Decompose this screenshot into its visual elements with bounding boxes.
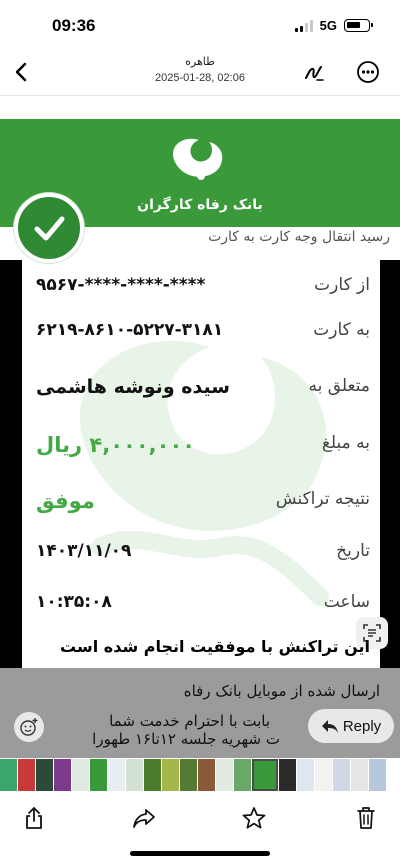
thumbnail[interactable] [351,759,368,791]
thumbnail[interactable] [180,759,197,791]
thumbnail[interactable] [369,759,386,791]
reply-label: Reply [342,717,382,735]
thumbnail[interactable] [333,759,350,791]
reply-button[interactable]: Reply [308,709,394,743]
back-button[interactable] [8,58,36,86]
bank-name: بانک رفاه کارگران [137,197,263,213]
bottom-toolbar [0,792,400,867]
status-indicators: 5G [294,18,373,33]
battery-icon [344,19,373,32]
result-label: نتیجه تراکنش [275,489,370,509]
markup-button[interactable] [300,58,328,86]
bank-refah-logo [173,138,223,180]
add-reaction-icon [20,718,38,736]
caption-line-1: ارسال شده از موبایل بانک رفاه [183,682,380,700]
time-label: ساعت [323,592,370,612]
caption-line-3: ت شهریه جلسه ۱۲تا۱۶ طهورا [92,730,280,748]
sender-name: طاهره [185,55,215,68]
selected-thumbnail[interactable] [252,759,278,791]
network-type: 5G [319,18,337,33]
thumbnail[interactable] [90,759,107,791]
thumbnail[interactable] [72,759,89,791]
row-amount: به مبلغ ۴,۰۰۰,۰۰۰ ریال [30,433,370,463]
thumbnail[interactable] [216,759,233,791]
home-indicator [130,851,270,856]
chat-media-header: طاهره 2025-01-28, 02:06 [0,52,400,96]
row-owner: متعلق به سیده ونوشه هاشمی [30,376,370,406]
trash-icon [357,807,375,829]
share-button[interactable] [16,800,52,836]
receipt-footer-message: این تراکنش با موفقیت انجام شده است [60,637,370,656]
thumbnail[interactable] [315,759,332,791]
sent-date: 2025-01-28, 02:06 [155,72,245,84]
more-button[interactable] [354,58,382,86]
success-badge [14,193,84,263]
forward-button[interactable] [126,800,162,836]
thumbnail[interactable] [54,759,71,791]
share-icon [26,807,42,829]
row-from-card: از کارت ****-****-****-۹۵۶۷ [30,275,370,305]
thumbnail[interactable] [279,759,296,791]
star-button[interactable] [236,800,272,836]
reply-arrow-icon [321,720,338,733]
amount-value: ۴,۰۰۰,۰۰۰ ریال [36,433,196,457]
thumbnail[interactable] [198,759,215,791]
from-card-label: از کارت [314,275,370,295]
forward-icon [133,809,155,828]
media-thumbnail-strip[interactable] [0,758,400,792]
thumbnail[interactable] [297,759,314,791]
thumbnail[interactable] [162,759,179,791]
thumbnail[interactable] [126,759,143,791]
time-value: ۱۰:۳۵:۰۸ [36,592,112,612]
row-time: ساعت ۱۰:۳۵:۰۸ [30,592,370,622]
thumbnail[interactable] [234,759,251,791]
back-chevron-icon [15,62,27,82]
star-icon [242,807,266,829]
thumbnail[interactable] [144,759,161,791]
add-reaction-button[interactable] [14,712,44,742]
row-result: نتیجه تراکنش موفق [30,489,370,519]
left-border [0,260,22,670]
header-title-block: طاهره 2025-01-28, 02:06 [100,55,300,84]
receipt-image[interactable]: بانک رفاه کارگران رسید انتقال وجه کارت ب… [0,97,400,670]
thumbnail[interactable] [18,759,35,791]
to-card-label: به کارت [313,320,370,340]
markup-pen-icon [305,66,324,81]
owner-label: متعلق به [308,376,371,396]
status-bar: 09:36 5G [0,0,400,52]
thumbnail[interactable] [36,759,53,791]
result-value: موفق [36,489,95,513]
date-label: تاریخ [336,541,370,561]
amount-label: به مبلغ [321,433,370,453]
thumbnail[interactable] [0,759,17,791]
status-time: 09:36 [52,16,96,35]
from-card-value: ****-****-****-۹۵۶۷ [36,275,206,295]
more-icon [357,61,379,83]
row-date: تاریخ ۱۴۰۳/۱۱/۰۹ [30,541,370,571]
signal-icon [294,19,313,32]
right-border [380,260,400,670]
to-card-value: ۶۲۱۹-۸۶۱۰-۵۲۲۷-۳۱۸۱ [36,320,224,340]
date-value: ۱۴۰۳/۱۱/۰۹ [36,541,132,561]
thumbnail[interactable] [108,759,125,791]
delete-button[interactable] [348,800,384,836]
row-to-card: به کارت ۶۲۱۹-۸۶۱۰-۵۲۲۷-۳۱۸۱ [30,320,370,350]
receipt-subtitle: رسید انتقال وجه کارت به کارت [208,229,390,245]
caption-line-2: بابت با احترام خدمت شما [109,712,270,730]
owner-value: سیده ونوشه هاشمی [36,376,230,398]
